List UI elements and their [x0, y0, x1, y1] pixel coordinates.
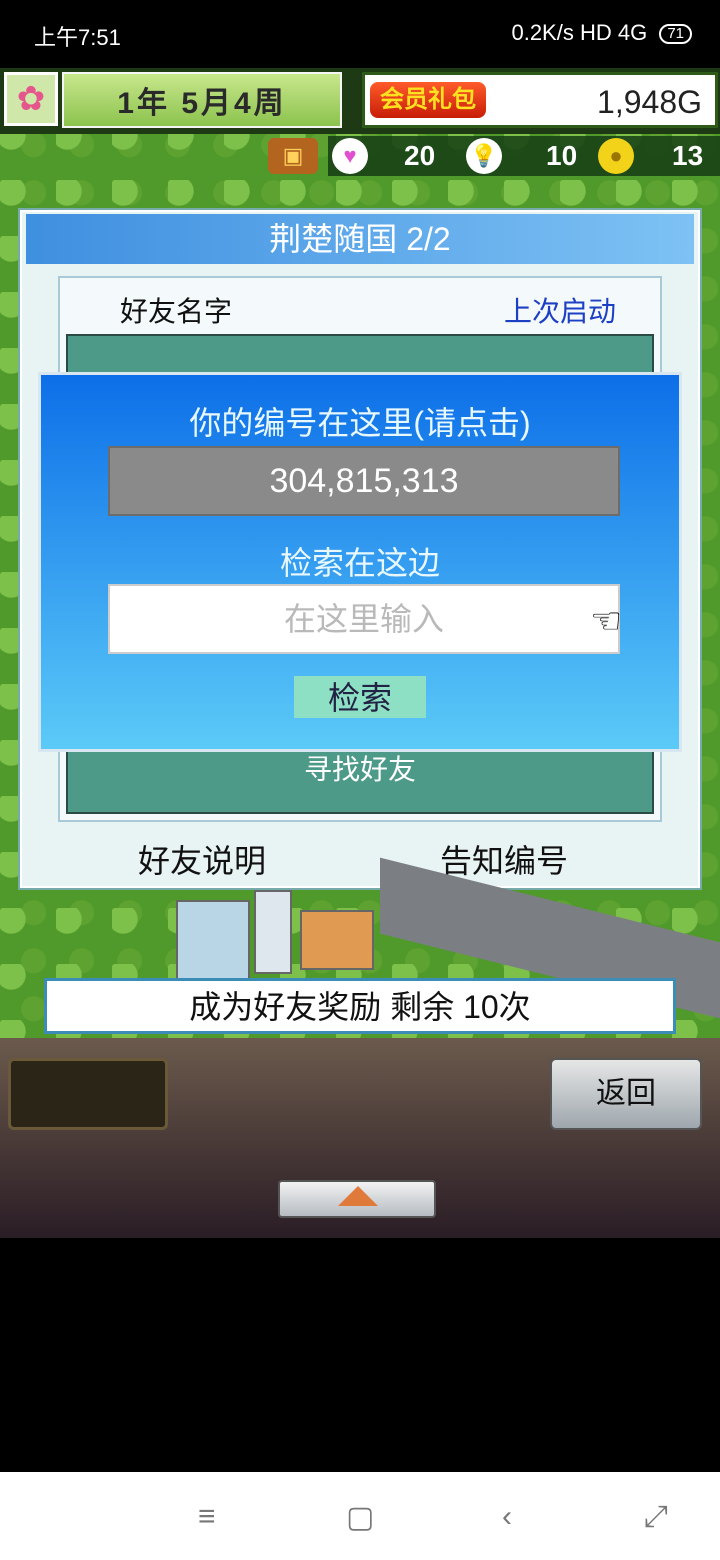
money-amount: 1,948G	[597, 84, 702, 120]
column-friend-name: 好友名字	[120, 296, 233, 327]
building	[254, 890, 292, 974]
date-display: 1年 5月4周	[62, 72, 342, 128]
recent-apps-icon[interactable]: ⤢	[644, 1500, 668, 1534]
menu-slot	[8, 1058, 168, 1130]
pointing-hand-icon: ☜	[590, 600, 623, 641]
hearts-count: 20	[404, 140, 436, 171]
home-icon[interactable]: ▢	[346, 1500, 374, 1535]
status-time: 上午7:51	[34, 25, 121, 50]
friend-help-button[interactable]: 好友说明	[138, 836, 266, 882]
status-right: 0.2K/s HD 4G 71	[511, 20, 692, 46]
column-last-launch: 上次启动	[504, 296, 617, 327]
chevron-up-icon	[338, 1186, 378, 1206]
stats-row	[328, 136, 720, 176]
search-label: 检索在这边	[279, 545, 440, 581]
menu-icon[interactable]: ≡	[198, 1500, 216, 1534]
my-id-field[interactable]: 304,815,313	[108, 446, 620, 516]
coins-count: 13	[672, 140, 704, 171]
heart-icon: ♥	[332, 138, 368, 174]
popup-title: 你的编号在这里(请点击)	[189, 405, 531, 441]
building	[176, 900, 250, 980]
lightbulb-icon: 💡	[466, 138, 502, 174]
battery-icon: 71	[659, 24, 692, 45]
find-friend-button[interactable]: 寻找好友	[66, 748, 654, 788]
network-indicator: 0.2K/s HD 4G	[511, 20, 648, 45]
ideas-count: 10	[546, 140, 578, 171]
status-bar: 上午7:51 0.2K/s HD 4G 71	[0, 0, 720, 68]
back-button[interactable]: 返回	[550, 1058, 702, 1130]
treasure-chest-icon[interactable]: ▣	[268, 138, 318, 174]
dialog-title: 荆楚随国 2/2	[26, 214, 694, 264]
friend-bonus-bar: 成为好友奖励 剩余 10次	[44, 978, 676, 1034]
coin-icon: ●	[598, 138, 634, 174]
search-button[interactable]: 检索	[294, 676, 426, 718]
vip-gift-button[interactable]: 会员礼包	[370, 82, 486, 118]
share-id-button[interactable]: 告知编号	[440, 836, 568, 882]
season-flower-icon[interactable]: ✿	[4, 72, 58, 126]
back-icon[interactable]: ‹	[502, 1500, 512, 1534]
building	[300, 910, 374, 970]
search-input[interactable]: 在这里输入	[108, 584, 620, 654]
